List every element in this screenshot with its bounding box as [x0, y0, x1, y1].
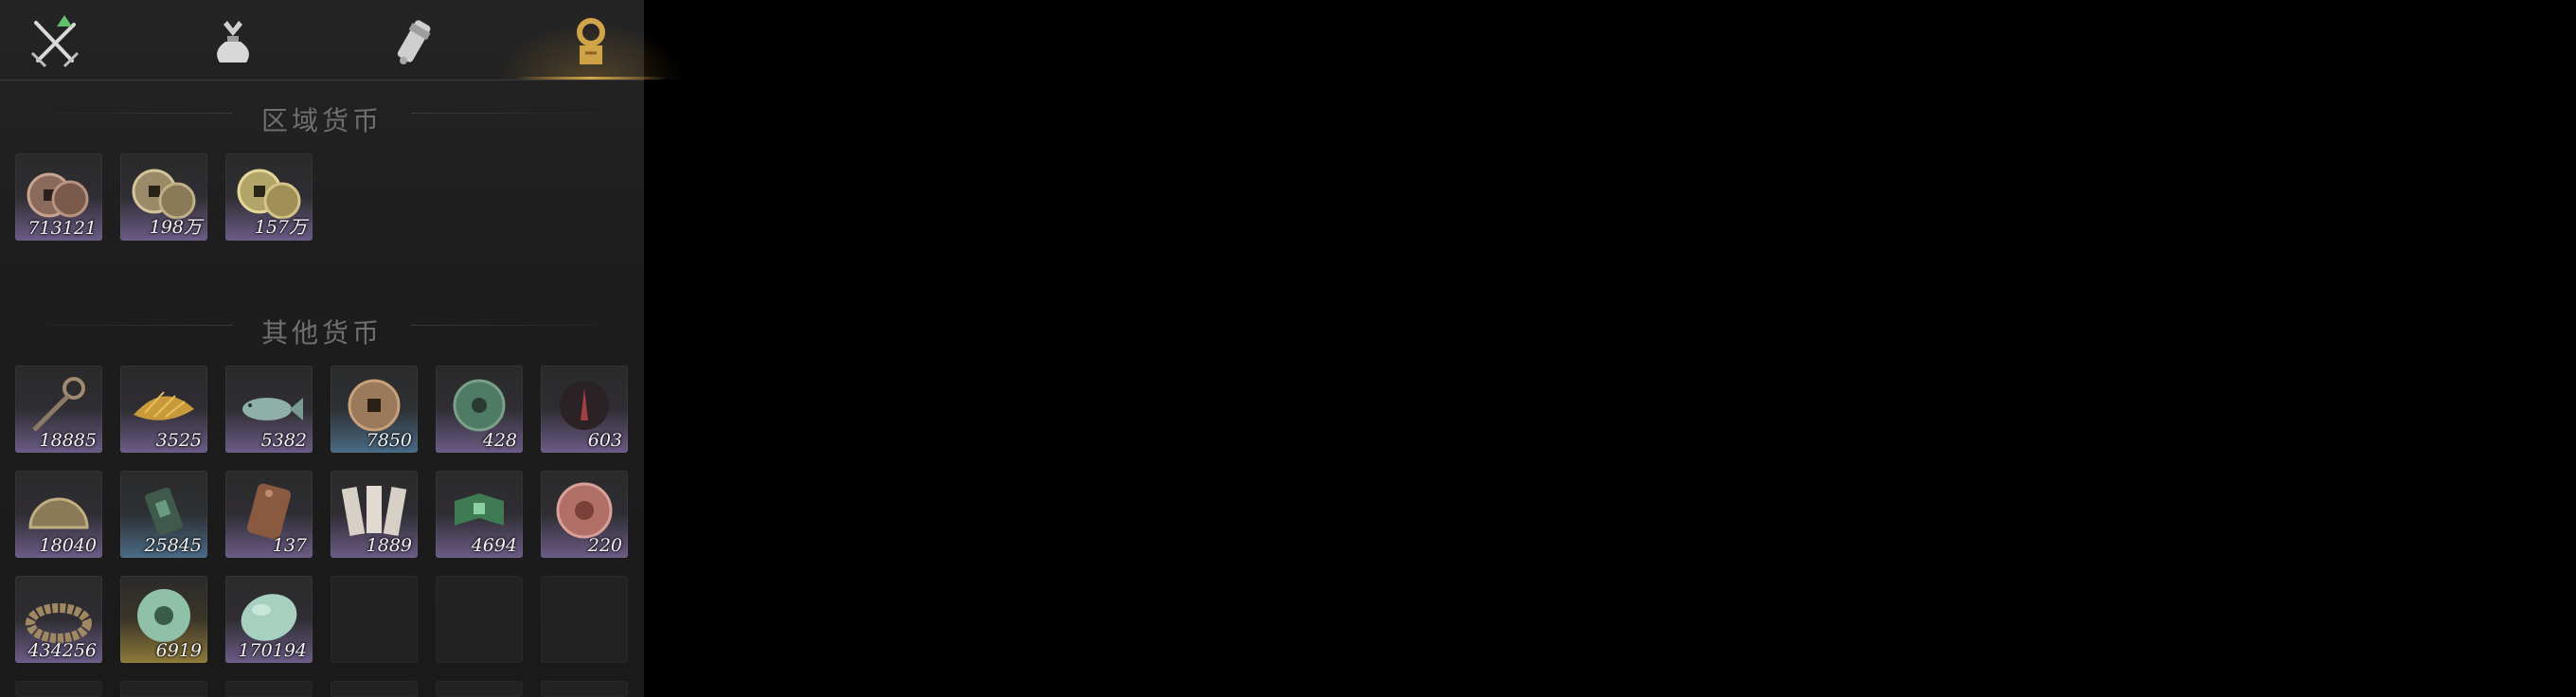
- item-count: 603: [587, 430, 622, 451]
- currency-slot[interactable]: 18040: [15, 471, 102, 558]
- jade-coin-icon: [453, 379, 506, 432]
- paper-notes-icon: [341, 486, 407, 537]
- currency-slot[interactable]: 220: [541, 471, 628, 558]
- currency-slot[interactable]: 5382: [225, 366, 313, 453]
- currency-slot[interactable]: 713121: [15, 153, 102, 241]
- item-count: 220: [587, 535, 622, 556]
- scroll-icon: [397, 20, 431, 64]
- empty-slot: [331, 681, 418, 697]
- empty-slot: [541, 576, 628, 663]
- currency-slot[interactable]: 18885: [15, 366, 102, 453]
- currency-slot[interactable]: 157万: [225, 153, 313, 241]
- item-count: 18885: [39, 430, 97, 451]
- item-count: 25845: [144, 535, 202, 556]
- tab-weapons[interactable]: [17, 11, 93, 72]
- item-count: 137: [272, 535, 307, 556]
- currency-slot[interactable]: 25845: [120, 471, 207, 558]
- item-count: 713121: [27, 218, 97, 239]
- coin-string-icon: [26, 603, 92, 643]
- other-currency-header: 其他货币: [15, 307, 629, 348]
- tab-bag[interactable]: [195, 11, 271, 72]
- empty-slot: [541, 681, 628, 697]
- item-count: 5382: [260, 430, 307, 451]
- currency-slot[interactable]: 6919: [120, 576, 207, 663]
- item-count: 198万: [149, 217, 202, 238]
- section-title: 其他货币: [260, 317, 383, 348]
- jade-ring-icon: [137, 589, 190, 642]
- empty-slot: [225, 681, 313, 697]
- currency-slot[interactable]: 137: [225, 471, 313, 558]
- currency-slot[interactable]: 170194: [225, 576, 313, 663]
- gold-shell-icon: [134, 391, 194, 420]
- currency-slot[interactable]: 198万: [120, 153, 207, 241]
- item-count: 157万: [254, 217, 307, 238]
- item-count: 6919: [155, 640, 202, 661]
- currency-slot[interactable]: 4694: [436, 471, 523, 558]
- cloth-bag-icon: [217, 21, 249, 63]
- divider: [411, 113, 629, 114]
- tab-currency[interactable]: [496, 11, 686, 80]
- item-count: 4694: [471, 535, 517, 556]
- dark-seal-icon: [560, 381, 609, 430]
- rose-coin-icon: [556, 482, 613, 539]
- key-coin-icon: [32, 377, 85, 432]
- upgrade-badge-icon: [57, 15, 72, 27]
- jade-fish-icon: [242, 398, 303, 420]
- item-count: 428: [482, 430, 517, 451]
- empty-slot: [436, 576, 523, 663]
- bronze-plaque-icon: [246, 483, 292, 540]
- regional-currency-header: 区域货币: [15, 95, 629, 136]
- divider: [411, 325, 629, 326]
- tab-scroll[interactable]: [377, 11, 453, 72]
- jade-tablet-icon: [145, 487, 183, 536]
- item-count: 3525: [155, 430, 202, 451]
- currency-panel: 区域货币 其他货币 713121 198万 157万 18885 3525 5382 785…: [0, 0, 686, 697]
- green-banknote-icon: [455, 493, 504, 526]
- currency-slot[interactable]: 428: [436, 366, 523, 453]
- square-hole-coin-icon: [348, 379, 401, 432]
- currency-slot[interactable]: 3525: [120, 366, 207, 453]
- currency-slot[interactable]: 1889: [331, 471, 418, 558]
- item-count: 18040: [39, 535, 97, 556]
- tab-bar: [0, 0, 686, 80]
- item-count: 1889: [366, 535, 412, 556]
- currency-icon: [577, 18, 605, 64]
- currency-slot[interactable]: 7850: [331, 366, 418, 453]
- empty-slot: [120, 681, 207, 697]
- empty-slot: [15, 681, 102, 697]
- item-count: 434256: [27, 640, 97, 661]
- item-count: 7850: [366, 430, 412, 451]
- item-count: 170194: [238, 640, 307, 661]
- empty-slot: [436, 681, 523, 697]
- crossed-swords-icon: [30, 15, 80, 68]
- jade-pebble-icon: [241, 594, 297, 641]
- section-title: 区域货币: [260, 105, 383, 136]
- copper-coins-icon: [27, 172, 89, 218]
- currency-slot[interactable]: 603: [541, 366, 628, 453]
- currency-slot[interactable]: 434256: [15, 576, 102, 663]
- empty-slot: [331, 576, 418, 663]
- half-coin-icon: [28, 497, 89, 529]
